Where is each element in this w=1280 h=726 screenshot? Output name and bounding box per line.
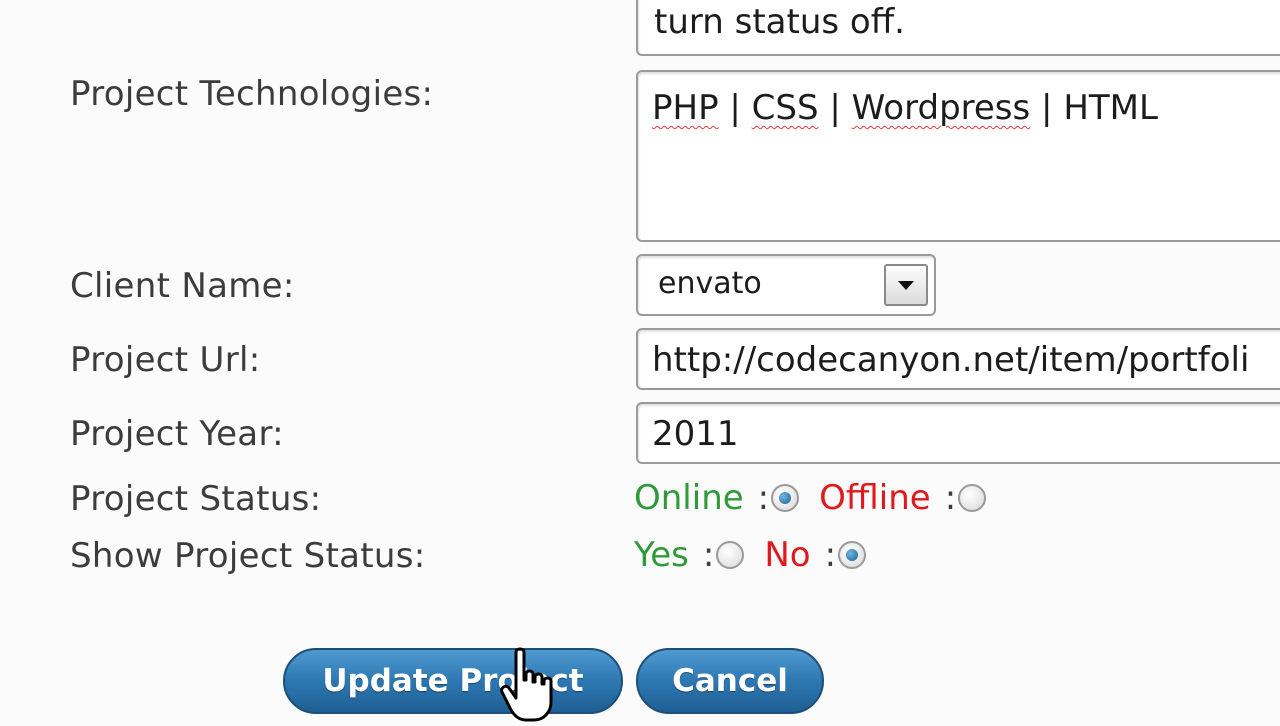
yes-label: Yes (634, 535, 689, 575)
client-name-label: Client Name: (70, 266, 295, 306)
technologies-label: Project Technologies: (70, 74, 434, 114)
client-name-value: envato (658, 266, 762, 301)
tech-separator: | (729, 88, 741, 128)
project-year-label: Project Year: (70, 414, 284, 454)
technologies-text: PHP | CSS | Wordpress | HTML (652, 88, 1158, 128)
project-url-value: http://codecanyon.net/item/portfoli (652, 340, 1250, 380)
yes-radio[interactable] (716, 541, 745, 569)
online-radio[interactable] (771, 484, 800, 512)
chevron-down-icon (898, 281, 914, 290)
update-project-button[interactable]: Update Project (283, 648, 623, 714)
tech-item: CSS (751, 88, 819, 128)
project-year-input[interactable]: 2011 (636, 402, 1280, 464)
tech-separator: | (829, 88, 841, 128)
project-status-options: Online : Offline : (634, 478, 1006, 518)
cancel-button[interactable]: Cancel (636, 648, 824, 714)
hand-pointer-icon (500, 647, 553, 722)
project-status-label: Project Status: (70, 479, 322, 519)
no-radio[interactable] (838, 541, 867, 569)
offline-label: Offline (819, 478, 931, 518)
project-url-input[interactable]: http://codecanyon.net/item/portfoli (636, 328, 1280, 390)
colon: : (702, 535, 715, 575)
colon: : (824, 535, 837, 575)
tech-item: PHP (652, 88, 719, 128)
offline-radio[interactable] (958, 484, 987, 512)
online-label: Online (634, 478, 744, 518)
technologies-textarea[interactable]: PHP | CSS | Wordpress | HTML (636, 70, 1280, 242)
project-url-label: Project Url: (70, 340, 261, 380)
description-textarea[interactable]: turn status off. (636, 0, 1280, 56)
tech-item: HTML (1063, 88, 1158, 128)
colon: : (757, 478, 770, 518)
no-label: No (764, 535, 811, 575)
show-status-options: Yes : No : (634, 535, 886, 575)
client-name-select[interactable]: envato (636, 254, 936, 316)
dropdown-button[interactable] (884, 264, 928, 306)
colon: : (944, 478, 957, 518)
tech-separator: | (1041, 88, 1053, 128)
tech-item: Wordpress (851, 88, 1031, 128)
show-status-label: Show Project Status: (70, 536, 426, 576)
project-year-value: 2011 (652, 414, 739, 454)
description-text: turn status off. (654, 2, 905, 42)
